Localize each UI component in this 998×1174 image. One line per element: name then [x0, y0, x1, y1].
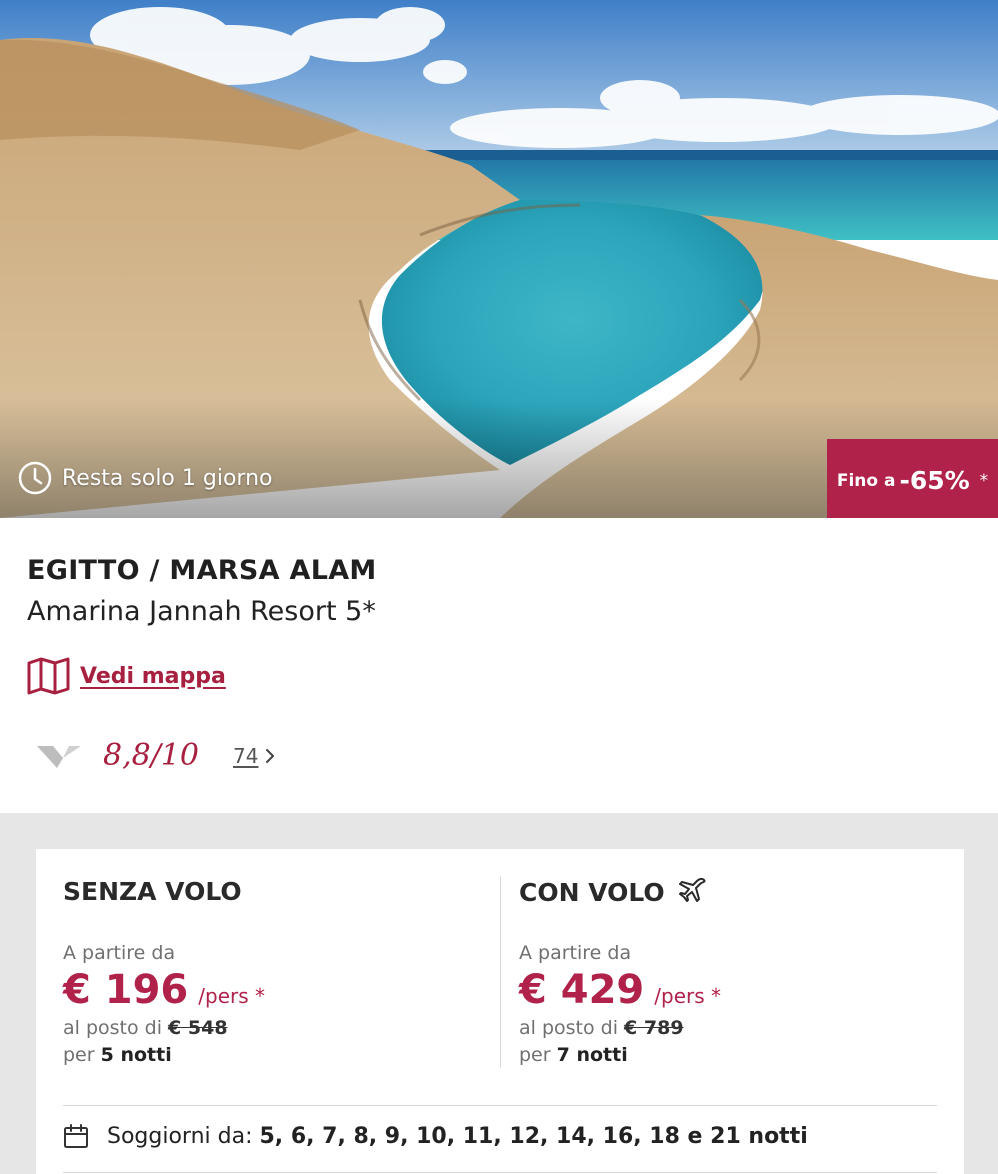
- discount-value: -65%: [899, 466, 970, 495]
- rating-logo-icon: [37, 745, 81, 768]
- calendar-icon: [64, 1124, 88, 1148]
- hotel-name: Amarina Jannah Resort 5*: [27, 596, 376, 627]
- original-price: € 548: [168, 1017, 228, 1039]
- offer-title-text: CON VOLO: [519, 877, 665, 907]
- map-icon: [27, 657, 70, 695]
- nights-value: 7 notti: [556, 1044, 628, 1066]
- from-label: A partire da: [63, 942, 176, 964]
- nights-row: per 7 notti: [519, 1044, 628, 1066]
- per-person-label: /pers *: [654, 984, 722, 1008]
- reviews-count: 74: [233, 743, 259, 768]
- airplane-icon: [678, 877, 706, 902]
- reviews-link[interactable]: 74: [233, 744, 276, 768]
- stay-durations: Soggiorni da: 5, 6, 7, 8, 9, 10, 11, 12,…: [63, 1123, 808, 1149]
- original-price-row: al posto di € 548: [63, 1017, 228, 1039]
- discount-asterisk: *: [979, 470, 989, 491]
- original-price: € 789: [624, 1017, 684, 1039]
- view-map-link[interactable]: Vedi mappa: [27, 657, 226, 695]
- rating-score: 8,8/10: [103, 738, 199, 773]
- per-person-label: /pers *: [198, 984, 266, 1008]
- time-remaining-text: Resta solo 1 giorno: [62, 465, 273, 491]
- price-row: € 429 /pers *: [519, 967, 721, 1013]
- nights-value: 5 notti: [100, 1044, 172, 1066]
- separator: [63, 1105, 937, 1106]
- stays-label: Soggiorni da:: [107, 1123, 253, 1149]
- offer-title: CON VOLO: [519, 877, 707, 907]
- hotel-location: EGITTO / MARSA ALAM: [27, 555, 377, 586]
- discount-badge: Fino a -65% *: [827, 439, 998, 518]
- instead-of-label: al posto di: [63, 1017, 162, 1039]
- from-label: A partire da: [519, 942, 632, 964]
- hotel-rating: 8,8/10 74: [35, 738, 276, 773]
- nights-prefix: per: [519, 1044, 551, 1066]
- view-map-label: Vedi mappa: [80, 663, 226, 689]
- offer-title: SENZA VOLO: [63, 877, 242, 906]
- stay-durations-text: Soggiorni da: 5, 6, 7, 8, 9, 10, 11, 12,…: [107, 1124, 808, 1149]
- hotel-info: EGITTO / MARSA ALAM Amarina Jannah Resor…: [0, 518, 998, 813]
- instead-of-label: al posto di: [519, 1017, 618, 1039]
- price-value: € 196: [63, 967, 189, 1013]
- original-price-row: al posto di € 789: [519, 1017, 684, 1039]
- hero-image: Resta solo 1 giorno Fino a -65% *: [0, 0, 998, 518]
- stays-values: 5, 6, 7, 8, 9, 10, 11, 12, 14, 16, 18 e …: [259, 1123, 808, 1149]
- price-value: € 429: [519, 967, 645, 1013]
- clock-icon: [18, 461, 52, 495]
- price-card: SENZA VOLO A partire da € 196 /pers * al…: [36, 849, 964, 1174]
- column-divider: [500, 876, 501, 1068]
- separator: [63, 1172, 937, 1173]
- nights-row: per 5 notti: [63, 1044, 172, 1066]
- offer-title-text: SENZA VOLO: [63, 877, 242, 906]
- chevron-right-icon: [266, 748, 275, 763]
- time-remaining: Resta solo 1 giorno: [18, 461, 272, 495]
- price-row: € 196 /pers *: [63, 967, 265, 1013]
- discount-prefix: Fino a: [836, 470, 896, 491]
- nights-prefix: per: [63, 1044, 95, 1066]
